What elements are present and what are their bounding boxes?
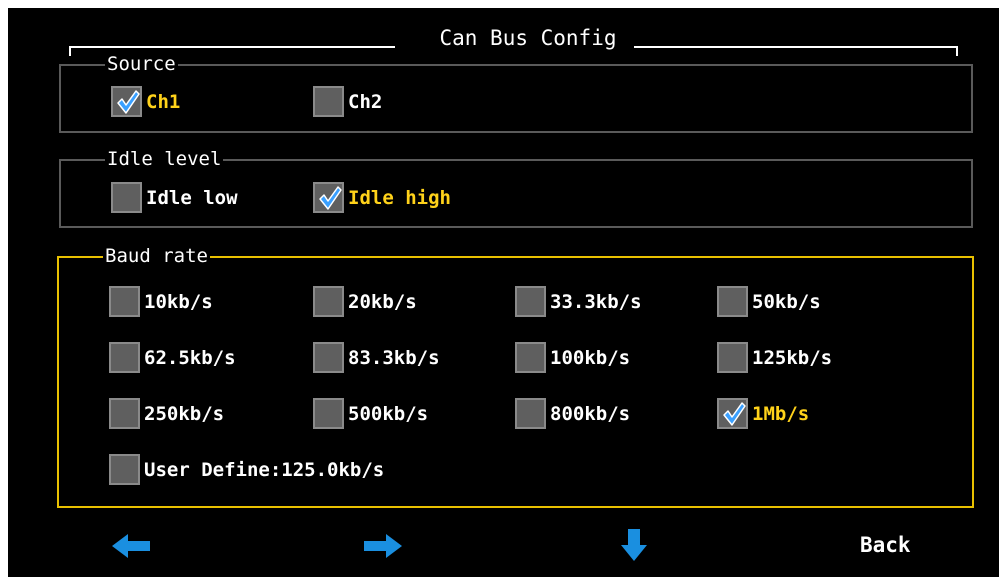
idle-option-low[interactable]: Idle low	[111, 182, 238, 213]
nav-down-button[interactable]	[617, 526, 651, 564]
option-label: 20kb/s	[348, 290, 417, 313]
checkmark-icon	[319, 186, 342, 210]
baud-option-250kbs[interactable]: 250kb/s	[109, 398, 224, 429]
source-group: Source Ch1 Ch2	[59, 52, 973, 133]
checkbox[interactable]	[313, 286, 344, 317]
baud-option-800kbs[interactable]: 800kb/s	[515, 398, 630, 429]
source-legend: Source	[105, 52, 178, 76]
baud-option-83-3kbs[interactable]: 83.3kb/s	[313, 342, 440, 373]
baud-option-100kbs[interactable]: 100kb/s	[515, 342, 630, 373]
baud-option-125kbs[interactable]: 125kb/s	[717, 342, 832, 373]
option-label: 125kb/s	[752, 346, 833, 369]
option-label: 62.5kb/s	[144, 346, 236, 369]
idle-option-high[interactable]: Idle high	[313, 182, 451, 213]
baud-option-500kbs[interactable]: 500kb/s	[313, 398, 428, 429]
nav-right-button[interactable]	[360, 530, 406, 562]
checkbox-checked[interactable]	[717, 398, 748, 429]
option-label: 800kb/s	[550, 402, 631, 425]
source-option-ch2[interactable]: Ch2	[313, 86, 382, 117]
baud-rate-group: Baud rate 10kb/s 20kb/s 33.3kb/s 50kb/s …	[57, 244, 974, 508]
option-label: 33.3kb/s	[550, 290, 642, 313]
checkbox[interactable]	[109, 286, 140, 317]
source-option-ch1[interactable]: Ch1	[111, 86, 180, 117]
checkbox[interactable]	[109, 398, 140, 429]
checkbox[interactable]	[313, 398, 344, 429]
checkmark-icon	[117, 90, 140, 114]
baud-option-33-3kbs[interactable]: 33.3kb/s	[515, 286, 642, 317]
can-bus-config-screen: Can Bus Config Source Ch1 Ch2 Idle level…	[8, 8, 999, 577]
title-frame-right-line	[634, 46, 958, 48]
option-label: 1Mb/s	[752, 402, 810, 425]
checkbox[interactable]	[515, 342, 546, 373]
checkbox-checked[interactable]	[111, 86, 142, 117]
page-title: Can Bus Config	[439, 26, 617, 50]
baud-option-20kbs[interactable]: 20kb/s	[313, 286, 417, 317]
option-label: 500kb/s	[348, 402, 429, 425]
checkbox[interactable]	[515, 398, 546, 429]
option-label: Ch2	[348, 90, 383, 113]
option-label: Ch1	[146, 90, 181, 113]
baud-rate-legend: Baud rate	[103, 244, 210, 268]
arrow-left-icon	[112, 534, 150, 558]
checkmark-icon	[723, 402, 746, 426]
option-label: 50kb/s	[752, 290, 821, 313]
baud-option-1mbs[interactable]: 1Mb/s	[717, 398, 809, 429]
arrow-right-icon	[364, 534, 402, 558]
title-frame-right-tick	[956, 46, 958, 56]
title-frame-left-line	[69, 46, 395, 48]
checkbox[interactable]	[313, 86, 344, 117]
option-label: User Define:125.0kb/s	[144, 458, 385, 481]
option-label: 250kb/s	[144, 402, 225, 425]
arrow-down-icon	[621, 529, 647, 561]
nav-left-button[interactable]	[108, 530, 154, 562]
baud-option-user-define[interactable]: User Define:125.0kb/s	[109, 454, 384, 485]
idle-level-group: Idle level Idle low Idle high	[59, 147, 973, 228]
baud-option-62-5kbs[interactable]: 62.5kb/s	[109, 342, 236, 373]
checkbox[interactable]	[109, 342, 140, 373]
checkbox[interactable]	[313, 342, 344, 373]
option-label: 10kb/s	[144, 290, 213, 313]
baud-option-10kbs[interactable]: 10kb/s	[109, 286, 213, 317]
idle-level-legend: Idle level	[105, 147, 224, 171]
checkbox[interactable]	[109, 454, 140, 485]
checkbox-checked[interactable]	[313, 182, 344, 213]
checkbox[interactable]	[515, 286, 546, 317]
checkbox[interactable]	[717, 286, 748, 317]
checkbox[interactable]	[717, 342, 748, 373]
option-label: 83.3kb/s	[348, 346, 440, 369]
option-label: Idle low	[146, 186, 238, 209]
checkbox[interactable]	[111, 182, 142, 213]
option-label: 100kb/s	[550, 346, 631, 369]
option-label: Idle high	[348, 186, 451, 209]
baud-option-50kbs[interactable]: 50kb/s	[717, 286, 821, 317]
back-button[interactable]: Back	[860, 533, 911, 557]
